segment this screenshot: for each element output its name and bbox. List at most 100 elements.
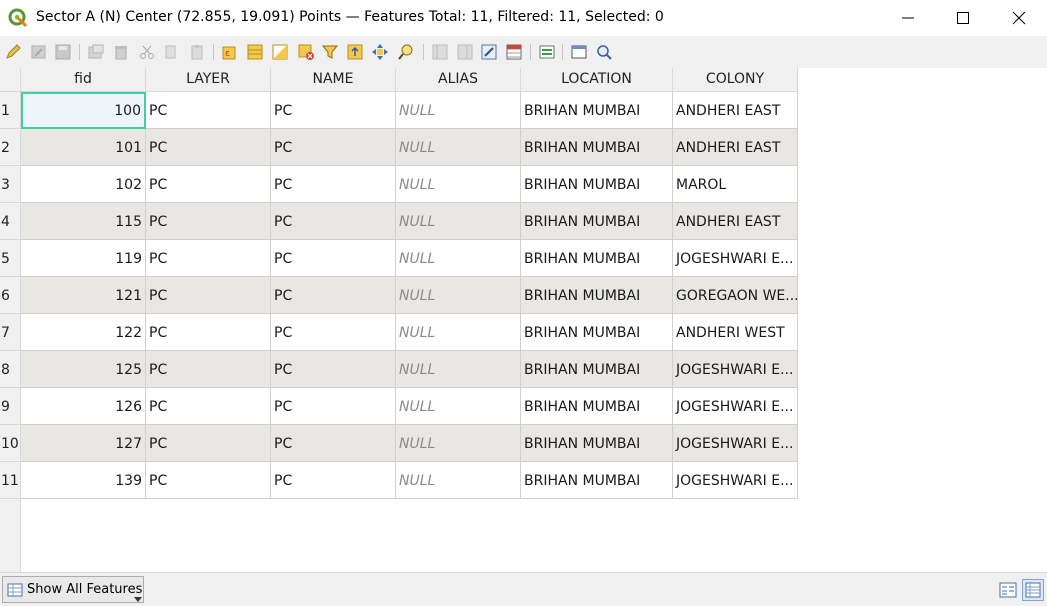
select-all-button[interactable] [245, 42, 265, 62]
multi-edit-button[interactable] [29, 42, 49, 62]
row-header[interactable]: 7 [0, 314, 21, 351]
table-view-button[interactable] [1022, 579, 1044, 601]
table-cell-location[interactable]: BRIHAN MUMBAI [521, 166, 673, 203]
column-header-fid[interactable]: fid [21, 68, 146, 92]
table-cell-location[interactable]: BRIHAN MUMBAI [521, 462, 673, 499]
table-cell-alias[interactable]: NULL [396, 203, 521, 240]
table-cell-fid[interactable]: 121 [21, 277, 146, 314]
table-cell-location[interactable]: BRIHAN MUMBAI [521, 351, 673, 388]
row-header[interactable]: 1 [0, 92, 21, 129]
row-header[interactable]: 8 [0, 351, 21, 388]
table-cell-location[interactable]: BRIHAN MUMBAI [521, 277, 673, 314]
copy-button[interactable] [161, 42, 181, 62]
table-cell-fid[interactable]: 101 [21, 129, 146, 166]
table-cell-layer[interactable]: PC [146, 166, 271, 203]
row-header[interactable]: 10 [0, 425, 21, 462]
table-cell-fid[interactable]: 100 [21, 92, 146, 129]
table-cell-alias[interactable]: NULL [396, 166, 521, 203]
table-cell-fid[interactable]: 126 [21, 388, 146, 425]
table-cell-colony[interactable]: JOGESHWARI E... [673, 351, 798, 388]
table-cell-location[interactable]: BRIHAN MUMBAI [521, 314, 673, 351]
feature-filter-button[interactable]: Show All Features [2, 576, 144, 603]
field-calculator-button[interactable] [479, 42, 499, 62]
column-header-alias[interactable]: ALIAS [396, 68, 521, 92]
paste-button[interactable] [187, 42, 207, 62]
table-cell-colony[interactable]: ANDHERI EAST [673, 92, 798, 129]
table-cell-fid[interactable]: 115 [21, 203, 146, 240]
table-cell-colony[interactable]: GOREGAON WE... [673, 277, 798, 314]
delete-field-button[interactable] [455, 42, 475, 62]
table-cell-layer[interactable]: PC [146, 388, 271, 425]
pan-to-selection-button[interactable] [370, 42, 390, 62]
table-cell-alias[interactable]: NULL [396, 92, 521, 129]
invert-selection-button[interactable] [270, 42, 290, 62]
conditional-formatting-button[interactable] [504, 42, 524, 62]
table-cell-colony[interactable]: MAROL [673, 166, 798, 203]
table-cell-alias[interactable]: NULL [396, 351, 521, 388]
table-cell-location[interactable]: BRIHAN MUMBAI [521, 240, 673, 277]
form-view-button[interactable] [997, 579, 1019, 601]
row-header[interactable]: 9 [0, 388, 21, 425]
table-cell-name[interactable]: PC [271, 92, 396, 129]
table-cell-fid[interactable]: 122 [21, 314, 146, 351]
table-cell-colony[interactable]: JOGESHWARI E... [673, 388, 798, 425]
table-cell-layer[interactable]: PC [146, 240, 271, 277]
close-button[interactable] [996, 0, 1042, 36]
row-header[interactable]: 4 [0, 203, 21, 240]
row-header[interactable]: 5 [0, 240, 21, 277]
table-cell-fid[interactable]: 102 [21, 166, 146, 203]
table-cell-colony[interactable]: ANDHERI EAST [673, 129, 798, 166]
table-cell-layer[interactable]: PC [146, 92, 271, 129]
table-cell-alias[interactable]: NULL [396, 129, 521, 166]
table-cell-location[interactable]: BRIHAN MUMBAI [521, 92, 673, 129]
table-cell-name[interactable]: PC [271, 388, 396, 425]
table-cell-layer[interactable]: PC [146, 351, 271, 388]
table-cell-fid[interactable]: 127 [21, 425, 146, 462]
table-cell-name[interactable]: PC [271, 277, 396, 314]
table-cell-name[interactable]: PC [271, 425, 396, 462]
table-cell-layer[interactable]: PC [146, 203, 271, 240]
new-field-button[interactable] [430, 42, 450, 62]
minimize-button[interactable] [885, 0, 931, 36]
table-cell-alias[interactable]: NULL [396, 277, 521, 314]
table-cell-location[interactable]: BRIHAN MUMBAI [521, 425, 673, 462]
zoom-to-selection-button[interactable] [396, 42, 416, 62]
table-cell-layer[interactable]: PC [146, 314, 271, 351]
zoom-map-button[interactable] [594, 42, 614, 62]
table-cell-colony[interactable]: JOGESHWARI E... [673, 462, 798, 499]
table-cell-name[interactable]: PC [271, 240, 396, 277]
column-header-colony[interactable]: COLONY [673, 68, 798, 92]
table-cell-alias[interactable]: NULL [396, 425, 521, 462]
table-corner[interactable] [0, 68, 21, 92]
cut-button[interactable] [137, 42, 157, 62]
table-cell-fid[interactable]: 125 [21, 351, 146, 388]
table-cell-colony[interactable]: ANDHERI WEST [673, 314, 798, 351]
row-header[interactable]: 11 [0, 462, 21, 499]
deselect-all-button[interactable] [296, 42, 316, 62]
toggle-editing-button[interactable] [3, 42, 23, 62]
table-cell-location[interactable]: BRIHAN MUMBAI [521, 129, 673, 166]
save-edits-button[interactable] [53, 42, 73, 62]
table-cell-alias[interactable]: NULL [396, 314, 521, 351]
column-header-name[interactable]: NAME [271, 68, 396, 92]
table-cell-colony[interactable]: JOGESHWARI E... [673, 240, 798, 277]
maximize-button[interactable] [940, 0, 986, 36]
expression-select-button[interactable]: ε [220, 42, 240, 62]
table-cell-alias[interactable]: NULL [396, 388, 521, 425]
table-cell-layer[interactable]: PC [146, 462, 271, 499]
table-cell-fid[interactable]: 139 [21, 462, 146, 499]
column-header-location[interactable]: LOCATION [521, 68, 673, 92]
table-cell-location[interactable]: BRIHAN MUMBAI [521, 388, 673, 425]
move-selection-top-button[interactable] [345, 42, 365, 62]
row-header[interactable]: 3 [0, 166, 21, 203]
table-cell-name[interactable]: PC [271, 203, 396, 240]
table-cell-layer[interactable]: PC [146, 277, 271, 314]
row-header[interactable]: 6 [0, 277, 21, 314]
actions-button[interactable] [537, 42, 557, 62]
table-cell-alias[interactable]: NULL [396, 462, 521, 499]
table-cell-alias[interactable]: NULL [396, 240, 521, 277]
table-cell-location[interactable]: BRIHAN MUMBAI [521, 203, 673, 240]
table-cell-name[interactable]: PC [271, 462, 396, 499]
table-cell-layer[interactable]: PC [146, 425, 271, 462]
row-header[interactable]: 2 [0, 129, 21, 166]
